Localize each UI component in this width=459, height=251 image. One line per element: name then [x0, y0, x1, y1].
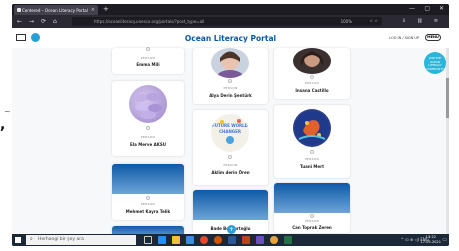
- windows-taskbar: ⌕ Herhangi bir şey ara ^ ⊡ ⊕ ◁) ENG 13:2…: [12, 234, 449, 246]
- card-name: Emma Mili: [136, 62, 160, 67]
- add-button[interactable]: +: [227, 225, 236, 234]
- toolbar-icons[interactable]: ⇓ ▥ ≡: [402, 18, 443, 24]
- page-title: Ocean Literacy Portal: [184, 34, 277, 43]
- store-icon[interactable]: [186, 236, 194, 244]
- new-tab-button[interactable]: +: [103, 5, 109, 13]
- card-dot: [228, 155, 232, 159]
- card-dot: [310, 75, 314, 79]
- close-window-icon[interactable]: ✕: [439, 5, 444, 12]
- card-name: Ela Merve AKSU: [130, 142, 166, 147]
- zoom-level[interactable]: 100%: [341, 19, 352, 24]
- app-icon[interactable]: [270, 236, 278, 244]
- close-tab-icon[interactable]: ×: [91, 7, 95, 13]
- person-card[interactable]: PERSON Ela Merve AKSU: [112, 81, 184, 156]
- avatar: [293, 109, 331, 147]
- person-card[interactable]: PERSON Emma Mili: [112, 47, 184, 74]
- card-type: PERSON: [223, 163, 238, 167]
- menu-button[interactable]: MENU: [425, 34, 441, 41]
- screen: Centered – Ocean Literacy Portal × + — ▢…: [12, 4, 449, 246]
- clock[interactable]: 13:22 17.05.2021: [420, 235, 441, 244]
- web-page: Ocean Literacy Portal LOG IN / SIGN UP M…: [12, 28, 449, 234]
- card-dot: [228, 79, 232, 83]
- avatar: [211, 48, 249, 78]
- card-type: PERSON: [223, 86, 238, 90]
- stray-mark: ,: [0, 117, 6, 133]
- search-placeholder: Herhangi bir şey ara: [38, 237, 84, 242]
- file-explorer-icon[interactable]: [172, 236, 180, 244]
- card-dot: [146, 196, 150, 200]
- drawing-icon: [295, 111, 329, 145]
- card-dot: [146, 126, 150, 130]
- forward-icon[interactable]: →: [29, 18, 34, 25]
- banner-image: [112, 226, 184, 234]
- site-header: Ocean Literacy Portal LOG IN / SIGN UP M…: [12, 28, 449, 48]
- banner-image: [112, 164, 184, 194]
- card-name: Aklim derin Ören: [211, 170, 250, 175]
- person-card[interactable]: PERSON Can Toprak Zeren: [274, 183, 350, 233]
- avatar: [293, 48, 331, 74]
- favicon-icon: [17, 8, 21, 12]
- powerpoint-icon[interactable]: [242, 236, 250, 244]
- person-card[interactable]: PERSON Tuani Mert: [274, 105, 350, 178]
- card-type: PERSON: [140, 56, 156, 60]
- excel-icon[interactable]: [284, 236, 292, 244]
- card-name: Mehmet Kayra Telik: [125, 209, 171, 214]
- reload-icon[interactable]: ⟳: [41, 18, 46, 25]
- chrome-icon[interactable]: [200, 236, 208, 244]
- clock-date: 17.05.2021: [420, 239, 441, 244]
- avatar: [129, 85, 167, 123]
- minimize-icon[interactable]: —: [409, 5, 415, 12]
- portrait-icon: [216, 51, 244, 78]
- card-type: PERSON: [304, 81, 320, 85]
- avatar: FUTURE WORLD CHANGER: [211, 114, 249, 152]
- browser-nav-bar: ← → ⟳ ⌂ https://oceanliteracy.unesco.org…: [12, 15, 449, 28]
- bookmark-icon[interactable]: ☆ ☆: [370, 18, 378, 23]
- card-name: Insana Castillo: [295, 88, 329, 93]
- card-type: PERSON: [140, 202, 156, 206]
- maximize-icon[interactable]: ▢: [424, 5, 430, 12]
- tab-title: Centered – Ocean Literacy Portal: [22, 8, 88, 13]
- scrollbar[interactable]: [446, 48, 449, 234]
- search-icon: ⌕: [30, 236, 33, 242]
- card-dot: [146, 47, 150, 51]
- candy-image-icon: [134, 93, 162, 119]
- card-type: PERSON: [304, 219, 320, 223]
- scroll-thumb[interactable]: [446, 78, 449, 118]
- stray-mark: ~: [4, 107, 11, 116]
- globe-icon: [220, 119, 241, 144]
- monitor-photo: ~ , Centered – Ocean Literacy Portal × +…: [0, 0, 459, 251]
- firefox-icon[interactable]: [214, 236, 222, 244]
- person-card[interactable]: PERSON Mehmet Kayra Telik: [112, 164, 184, 220]
- card-type: PERSON: [304, 157, 320, 161]
- card-name: Alya Derin Şentürk: [209, 93, 252, 98]
- taskbar-search-input[interactable]: ⌕ Herhangi bir şey ara: [26, 235, 136, 245]
- join-community-button[interactable]: JOIN THE OCEAN LITERACY COMMUNITY: [424, 52, 446, 74]
- edge-icon[interactable]: [158, 236, 166, 244]
- card-name: Tuani Mert: [299, 164, 325, 169]
- card-type: PERSON: [140, 135, 156, 139]
- notification-icon[interactable]: ▭: [442, 237, 447, 243]
- windows-start-icon[interactable]: [15, 237, 21, 243]
- person-card[interactable]: PERSON Alya Derin Şentürk: [193, 48, 268, 104]
- address-bar[interactable]: https://oceanliteracy.unesco.org/portals…: [72, 17, 382, 26]
- teams-icon[interactable]: [256, 236, 264, 244]
- banner-image: [193, 190, 268, 220]
- card-dot: [310, 214, 314, 218]
- card-name: Can Toprak Zeren: [292, 225, 332, 230]
- person-card[interactable]: [112, 226, 184, 234]
- card-dot: [310, 150, 314, 154]
- home-icon[interactable]: ⌂: [53, 18, 57, 25]
- url-text: https://oceanliteracy.unesco.org/portals…: [94, 19, 205, 24]
- browser-tab-bar: Centered – Ocean Literacy Portal × + — ▢…: [12, 4, 449, 15]
- browser-tab[interactable]: Centered – Ocean Literacy Portal ×: [14, 5, 98, 15]
- person-card[interactable]: PERSON Insana Castillo: [274, 48, 350, 99]
- banner-image: [274, 183, 350, 213]
- login-link[interactable]: LOG IN / SIGN UP: [389, 36, 419, 40]
- portrait-icon: [301, 51, 323, 67]
- person-card[interactable]: FUTURE WORLD CHANGER PERSON Aklim derin …: [193, 110, 268, 185]
- word-icon[interactable]: [228, 236, 236, 244]
- back-icon[interactable]: ←: [17, 18, 22, 25]
- task-view-icon[interactable]: [144, 236, 152, 244]
